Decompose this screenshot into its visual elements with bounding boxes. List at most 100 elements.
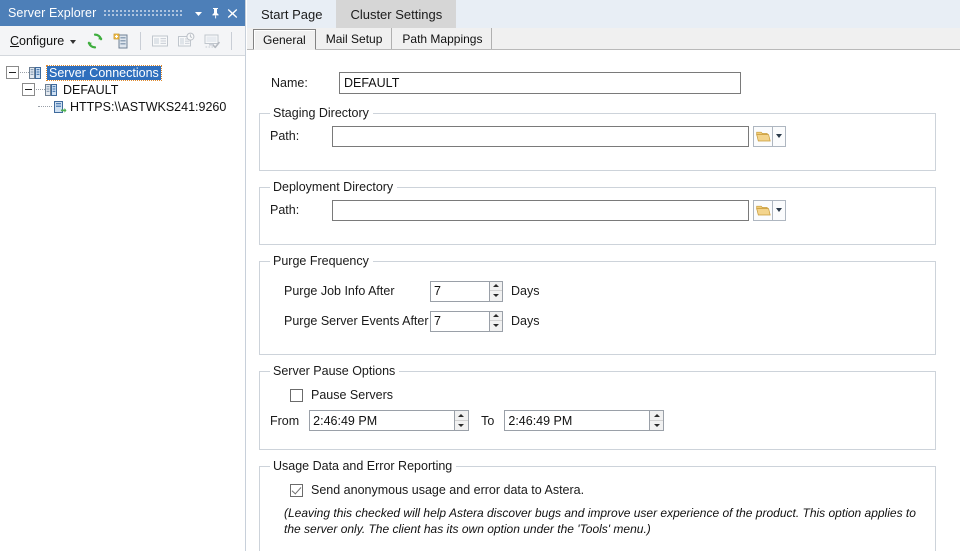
settings-tabstrip: General Mail Setup Path Mappings bbox=[247, 28, 960, 50]
purge-frequency-legend: Purge Frequency bbox=[273, 254, 369, 268]
tree-line bbox=[20, 72, 29, 73]
to-label: To bbox=[481, 413, 495, 428]
tab-label: General bbox=[263, 32, 306, 47]
stepper-down-button[interactable] bbox=[455, 421, 469, 431]
tab-start-page[interactable]: Start Page bbox=[247, 0, 336, 28]
refresh-icon[interactable] bbox=[83, 29, 107, 53]
send-usage-data-row[interactable]: Send anonymous usage and error data to A… bbox=[290, 483, 925, 497]
tree-node-server-url[interactable]: HTTPS:\\ASTWKS241:9260 bbox=[6, 98, 245, 115]
chevron-down-icon bbox=[70, 39, 77, 44]
pin-icon[interactable] bbox=[207, 2, 224, 24]
server-connected-icon bbox=[54, 100, 67, 113]
server-monitor-icon[interactable] bbox=[174, 29, 198, 53]
toolbar-separator bbox=[231, 31, 233, 50]
folder-icon[interactable] bbox=[753, 199, 773, 221]
stepper-down-button[interactable] bbox=[650, 421, 664, 431]
tree-node-label: HTTPS:\\ASTWKS241:9260 bbox=[70, 99, 227, 114]
stepper-buttons bbox=[453, 411, 469, 431]
server-explorer-toolbar: Configure bbox=[0, 26, 245, 56]
deployment-directory-group: Deployment Directory Path: bbox=[259, 180, 936, 245]
server-explorer-panel: Server Explorer Configure Server Connect… bbox=[0, 0, 246, 551]
tree-node-label: DEFAULT bbox=[63, 82, 119, 97]
add-server-icon[interactable] bbox=[109, 29, 133, 53]
from-time-stepper[interactable] bbox=[309, 410, 470, 431]
tree-line bbox=[38, 106, 52, 107]
purge-server-events-label: Purge Server Events After bbox=[284, 314, 429, 328]
pause-servers-row[interactable]: Pause Servers bbox=[290, 388, 925, 402]
stepper-up-button[interactable] bbox=[490, 312, 502, 321]
name-input[interactable] bbox=[339, 72, 741, 94]
pause-servers-label: Pause Servers bbox=[311, 388, 393, 402]
staging-directory-group: Staging Directory Path: bbox=[259, 106, 936, 171]
to-time-stepper[interactable] bbox=[504, 410, 665, 431]
folder-icon[interactable] bbox=[753, 125, 773, 147]
chevron-down-icon bbox=[776, 208, 782, 212]
tab-cluster-settings[interactable]: Cluster Settings bbox=[336, 0, 457, 28]
drag-grip[interactable] bbox=[104, 9, 182, 17]
stepper-up-button[interactable] bbox=[490, 282, 502, 291]
document-pane: Start Page Cluster Settings General Mail… bbox=[247, 0, 960, 551]
document-tabstrip: Start Page Cluster Settings bbox=[247, 0, 960, 28]
stepper-up-button[interactable] bbox=[454, 411, 469, 421]
purge-frequency-group: Purge Frequency Purge Job Info After Day… bbox=[259, 254, 936, 355]
collapse-icon[interactable] bbox=[6, 66, 19, 79]
stepper-down-button[interactable] bbox=[490, 321, 502, 331]
server-group-icon bbox=[29, 66, 41, 79]
tab-path-mappings[interactable]: Path Mappings bbox=[392, 28, 493, 49]
tree-node-default[interactable]: DEFAULT bbox=[6, 81, 245, 98]
deployment-path-input[interactable] bbox=[332, 199, 749, 221]
purge-job-info-input[interactable] bbox=[431, 281, 489, 301]
name-label: Name: bbox=[271, 76, 308, 90]
server-group-icon bbox=[45, 83, 57, 96]
deployment-directory-legend: Deployment Directory bbox=[273, 180, 394, 194]
configure-dropdown-button[interactable]: Configure bbox=[4, 32, 81, 50]
chevron-down-icon[interactable] bbox=[190, 2, 207, 24]
server-tasks-icon[interactable] bbox=[200, 29, 224, 53]
chevron-down-icon bbox=[776, 134, 782, 138]
browse-dropdown-button[interactable] bbox=[773, 125, 786, 147]
server-connections-tree: Server Connections DEFAULT HTTPS:\\ASTWK… bbox=[0, 56, 245, 115]
usage-data-note: (Leaving this checked will help Astera d… bbox=[284, 506, 916, 536]
server-pause-options-group: Server Pause Options Pause Servers From bbox=[259, 364, 936, 450]
server-explorer-titlebar: Server Explorer bbox=[0, 0, 245, 26]
tree-line bbox=[36, 89, 45, 90]
usage-data-legend: Usage Data and Error Reporting bbox=[273, 459, 453, 473]
staging-path-input[interactable] bbox=[332, 125, 749, 147]
configure-label: Configure bbox=[10, 33, 65, 48]
tab-label: Mail Setup bbox=[325, 31, 383, 46]
from-time-input[interactable] bbox=[310, 411, 454, 430]
deployment-path-row: Path: bbox=[270, 198, 925, 222]
pause-time-range-row: From To bbox=[270, 410, 925, 431]
close-icon[interactable] bbox=[224, 2, 241, 24]
purge-server-events-stepper[interactable] bbox=[430, 310, 503, 332]
send-usage-data-checkbox[interactable] bbox=[290, 483, 303, 497]
staging-directory-legend: Staging Directory bbox=[273, 106, 369, 120]
name-row: Name: bbox=[259, 72, 936, 94]
tree-node-label: Server Connections bbox=[46, 64, 162, 81]
purge-server-events-input[interactable] bbox=[431, 311, 489, 331]
pause-servers-checkbox[interactable] bbox=[290, 388, 303, 402]
tree-node-server-connections[interactable]: Server Connections bbox=[6, 64, 245, 81]
purge-job-info-stepper[interactable] bbox=[430, 280, 503, 302]
staging-path-label: Path: bbox=[270, 129, 300, 143]
stepper-buttons bbox=[489, 311, 502, 331]
to-time-input[interactable] bbox=[505, 411, 649, 430]
tab-mail-setup[interactable]: Mail Setup bbox=[315, 28, 393, 49]
purge-job-info-row: Purge Job Info After Days bbox=[270, 280, 925, 302]
browse-dropdown-button[interactable] bbox=[773, 199, 786, 221]
usage-data-group: Usage Data and Error Reporting Send anon… bbox=[259, 459, 936, 551]
purge-job-info-unit: Days bbox=[511, 284, 540, 298]
purge-server-events-unit: Days bbox=[511, 314, 540, 328]
send-usage-data-label: Send anonymous usage and error data to A… bbox=[311, 483, 585, 497]
server-pause-options-legend: Server Pause Options bbox=[273, 364, 396, 378]
stepper-buttons bbox=[489, 281, 502, 301]
stepper-up-button[interactable] bbox=[649, 411, 664, 421]
server-properties-icon[interactable] bbox=[148, 29, 172, 53]
tab-general[interactable]: General bbox=[253, 29, 316, 50]
collapse-icon[interactable] bbox=[22, 83, 35, 96]
general-settings-form: Name: Staging Directory Path: bbox=[247, 50, 960, 551]
deployment-path-label: Path: bbox=[270, 203, 300, 217]
stepper-down-button[interactable] bbox=[490, 291, 502, 301]
staging-path-row: Path: bbox=[270, 124, 925, 148]
application-window: Server Explorer Configure Server Connect… bbox=[0, 0, 960, 551]
